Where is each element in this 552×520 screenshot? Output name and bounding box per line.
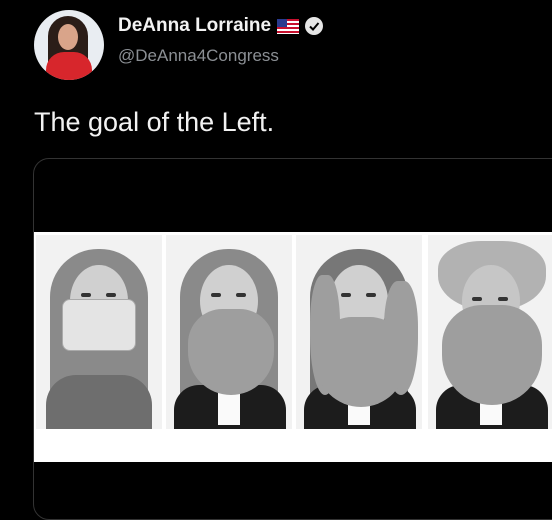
tweet-text: The goal of the Left. [34,107,275,137]
tweet-media[interactable]: 2020 2021 2022 2023 [33,158,552,520]
panel-2023 [428,235,552,429]
beard [316,317,406,407]
panel-2020 [36,235,162,429]
beard [188,309,274,395]
panel-2022 [296,235,422,429]
verified-icon [305,17,324,35]
panel-2021 [166,235,292,429]
year-label: 2021 [198,427,261,465]
year-label: 2023 [460,427,523,465]
face-mask [62,299,136,351]
us-flag-icon [277,18,300,34]
avatar-body [46,52,92,80]
author-name[interactable]: DeAnna Lorraine [118,15,271,37]
year-labels: 2020 2021 2022 2023 [34,427,552,467]
year-label: 2022 [328,427,391,465]
author-avatar[interactable] [34,10,104,80]
author-handle[interactable]: @DeAnna4Congress [118,46,279,66]
beard [442,305,542,405]
avatar-face [58,24,78,50]
year-label: 2020 [68,427,131,465]
author-name-row: DeAnna Lorraine [118,15,324,37]
